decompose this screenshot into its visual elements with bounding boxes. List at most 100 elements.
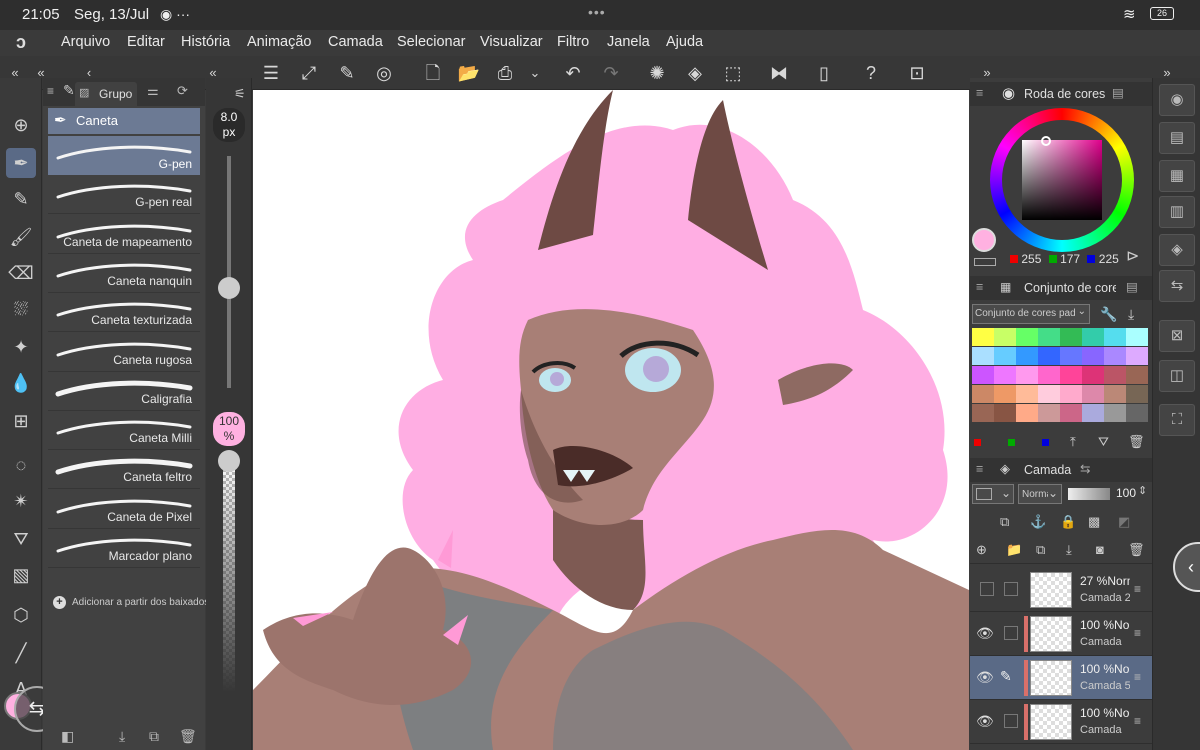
color-swatch[interactable] (1038, 404, 1060, 422)
color-swatch[interactable] (994, 328, 1016, 346)
color-swatch[interactable] (972, 347, 994, 365)
layer-row[interactable]: 27 %Normal Camada 2 ≡ (970, 568, 1152, 612)
help-icon[interactable]: ? (858, 60, 884, 86)
color-wheel-panel-icon[interactable]: ◉ (1159, 84, 1195, 116)
color-swatch[interactable] (1104, 366, 1126, 384)
import-icon[interactable]: ⤓ (1128, 306, 1134, 323)
swap-panel-icon[interactable]: ⇆ (1159, 270, 1195, 302)
color-swatch[interactable] (1126, 366, 1148, 384)
menu-filtro[interactable]: Filtro (557, 34, 589, 50)
redo-icon[interactable]: ↷ (598, 60, 624, 86)
color-swatch[interactable] (1104, 347, 1126, 365)
3d-object-icon[interactable]: ⬡ (6, 600, 36, 630)
color-swatch[interactable] (1060, 328, 1082, 346)
subtool-item[interactable]: Caneta de Pixel (48, 490, 200, 529)
drag-handle-icon[interactable]: ≡ (976, 280, 983, 294)
quick-access-icon[interactable]: ✎ (334, 60, 360, 86)
color-swatch[interactable] (1104, 404, 1126, 422)
gradient-tool-icon[interactable]: ▧ (6, 560, 36, 590)
smartphone-icon[interactable]: ▯ (811, 60, 837, 86)
lasso-tool-icon[interactable]: ◌ (6, 450, 36, 480)
menu-visualizar[interactable]: Visualizar (480, 34, 543, 50)
subtool-item[interactable]: Marcador plano (48, 529, 200, 568)
line-tool-icon[interactable]: ╱ (6, 638, 36, 668)
color-swatch[interactable] (1060, 347, 1082, 365)
panel-tab-icon[interactable]: ⇆ (1080, 461, 1090, 476)
color-swatch[interactable] (1104, 385, 1126, 403)
color-swatch[interactable] (1038, 347, 1060, 365)
visibility-box[interactable] (1004, 626, 1018, 640)
brush-size-handle[interactable] (218, 277, 240, 299)
color-mode-icon[interactable]: ⊳ (1126, 246, 1139, 266)
flip-horizontal-icon[interactable]: ⧓ (766, 60, 792, 86)
subtool-item[interactable]: Caneta rugosa (48, 333, 200, 372)
magic-wand-icon[interactable]: ✴ (6, 486, 36, 516)
color-swatch[interactable] (1082, 347, 1104, 365)
color-swatch[interactable] (994, 404, 1016, 422)
subtool-item[interactable]: G-pen (48, 136, 200, 175)
material-panel-icon[interactable]: ⛶ (1159, 404, 1195, 436)
color-swatch[interactable] (1126, 404, 1148, 422)
pen-tab-icon[interactable]: ✎ (63, 82, 75, 99)
color-swatch[interactable] (1060, 404, 1082, 422)
color-set-dropdown[interactable]: Conjunto de cores padrão ⌄ (972, 304, 1090, 324)
drag-handle-icon[interactable]: ≡ (47, 84, 54, 98)
drag-handle-icon[interactable]: ≡ (1134, 670, 1141, 684)
color-swatch[interactable] (972, 366, 994, 384)
pencil-tool-icon[interactable]: ✎ (6, 184, 36, 214)
color-set-panel-icon[interactable]: ▦ (1159, 160, 1195, 192)
transparent-toggle[interactable] (974, 258, 996, 266)
mask-icon[interactable]: ◩ (1118, 514, 1130, 530)
transform-icon[interactable]: ⬚ (720, 60, 746, 86)
sync-icon[interactable]: ⟳ (177, 83, 188, 99)
fill-icon[interactable]: ◈ (682, 60, 708, 86)
color-swatch[interactable] (1126, 347, 1148, 365)
visibility-box[interactable] (980, 582, 994, 596)
wrench-icon[interactable]: 🔧 (1100, 306, 1117, 323)
trash-icon[interactable]: 🗑 (179, 728, 197, 745)
color-swatch[interactable] (1016, 347, 1038, 365)
subtool-item[interactable]: Caneta texturizada (48, 293, 200, 333)
drawing-canvas[interactable] (253, 90, 969, 750)
expression-color-dropdown[interactable]: ⌄ (972, 484, 1014, 504)
brush-tool-icon[interactable]: 🖌 (6, 222, 36, 252)
color-swatch[interactable] (972, 328, 994, 346)
color-swatch[interactable] (994, 385, 1016, 403)
expand-panel-button[interactable]: ‹ (1173, 542, 1200, 592)
clip-layer-icon[interactable]: ⧉ (1000, 514, 1009, 530)
panel-list-icon[interactable]: ▤ (1159, 122, 1195, 154)
trash-icon[interactable]: 🗑 (1128, 542, 1145, 558)
save-icon[interactable]: ⎙ (492, 60, 518, 86)
new-folder-icon[interactable]: 📁 (1006, 542, 1022, 558)
loading-spinner-icon[interactable]: ✺ (644, 60, 670, 86)
new-file-icon[interactable]: 🗋 (420, 60, 446, 86)
panel-tab-icon[interactable]: ▤ (1126, 279, 1138, 294)
blend-mode-dropdown[interactable]: Normal ⌄ (1018, 484, 1062, 504)
decoration-tool-icon[interactable]: ✦ (6, 332, 36, 362)
subtool-item[interactable]: Caligrafia (48, 372, 200, 411)
undo-icon[interactable]: ↶ (560, 60, 586, 86)
drag-handle-icon[interactable]: ≡ (1134, 714, 1141, 728)
blend-tool-icon[interactable]: 💧 (6, 368, 36, 398)
color-swatch[interactable] (1038, 366, 1060, 384)
color-swatch[interactable] (1038, 328, 1060, 346)
transparent-color-icon[interactable]: ◧ (61, 728, 74, 745)
brush-settings-icon[interactable]: ⚟ (234, 86, 246, 102)
eraser-tool-icon[interactable]: ⌫ (6, 258, 36, 288)
timeline-panel-icon[interactable]: ▥ (1159, 196, 1195, 228)
color-swatch[interactable] (1082, 366, 1104, 384)
current-color-swatch[interactable] (972, 228, 996, 252)
hamburger-menu-icon[interactable]: ☰ (258, 60, 284, 86)
merge-down-icon[interactable]: ⤓ (1066, 542, 1072, 558)
menu-editar[interactable]: Editar (127, 34, 165, 50)
download-tool-icon[interactable]: ⊕ (6, 110, 36, 140)
panel-tab-icon[interactable]: ▤ (1112, 85, 1124, 100)
menu-selecionar[interactable]: Selecionar (397, 34, 466, 50)
reference-layer-icon[interactable]: ⚓ (1030, 514, 1046, 530)
color-swatch[interactable] (1126, 385, 1148, 403)
color-swatch[interactable] (994, 347, 1016, 365)
subtool-item[interactable]: Caneta feltro (48, 450, 200, 490)
layer-mask-icon[interactable]: ◙ (1096, 542, 1104, 557)
color-swatch[interactable] (1082, 404, 1104, 422)
layer-opacity-slider[interactable] (1068, 488, 1110, 500)
